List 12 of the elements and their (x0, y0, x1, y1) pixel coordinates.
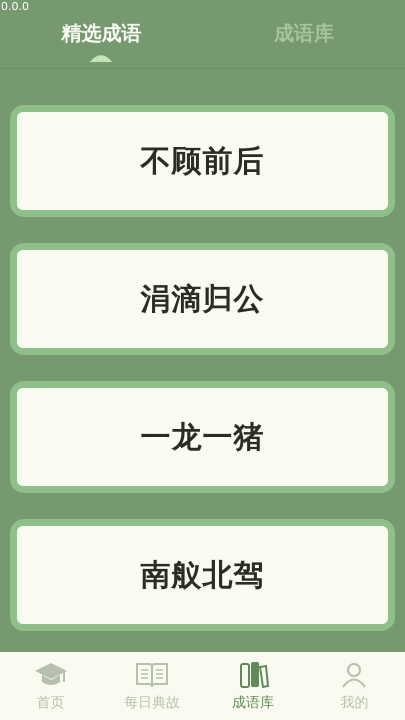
idiom-card[interactable]: 涓滴归公 (10, 243, 395, 355)
idiom-card[interactable]: 不顾前后 (10, 105, 395, 217)
version-text: 0.0.0 (0, 0, 29, 15)
idiom-card[interactable]: 南舣北驾 (10, 519, 395, 631)
tab[interactable]: 精选成语 (61, 21, 142, 45)
book-icon (134, 660, 170, 690)
idiom-card[interactable]: 一龙一猪 (10, 381, 395, 493)
idiom-text: 不顾前后 (140, 142, 264, 180)
nav-tab[interactable]: 成语库 (232, 694, 274, 712)
idiom-text: 一龙一猪 (140, 418, 264, 456)
idiom-text: 南舣北驾 (140, 556, 264, 594)
idiom-text: 涓滴归公 (140, 280, 264, 318)
